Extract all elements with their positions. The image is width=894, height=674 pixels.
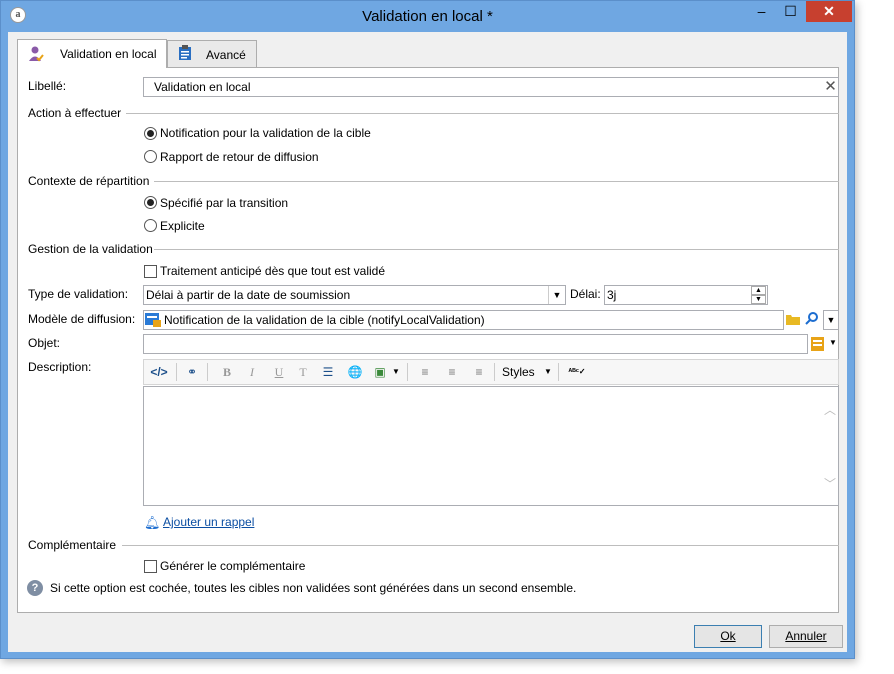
action-option-label: Rapport de retour de diffusion	[160, 150, 319, 164]
libelle-input[interactable]: Validation en local	[143, 77, 839, 97]
action-section-title: Action à effectuer	[28, 106, 122, 120]
info-text: Si cette option est cochée, toutes les c…	[50, 581, 577, 595]
type-validation-value: Délai à partir de la date de soumission	[146, 288, 351, 302]
personalization-icon[interactable]	[811, 336, 827, 355]
dialog-window: a Validation en local * – ☐ ✕ Validation…	[0, 0, 855, 659]
bullet-list-icon[interactable]: ☰	[317, 361, 339, 383]
tab-validation-en-local[interactable]: Validation en local	[17, 39, 167, 68]
align-left-icon[interactable]: ≡	[414, 361, 436, 383]
add-reminder-link[interactable]: Ajouter un rappel	[163, 515, 254, 529]
toolbar-divider	[176, 363, 177, 381]
contexte-option-label: Explicite	[160, 219, 205, 233]
traitement-checkbox[interactable]	[144, 265, 157, 278]
toolbar-divider	[207, 363, 208, 381]
modele-input[interactable]: Notification de la validation de la cibl…	[143, 310, 784, 330]
close-button[interactable]: ✕	[806, 1, 852, 22]
spin-up-icon[interactable]: ▲	[751, 286, 766, 295]
tab-panel: Libellé: Validation en local ✕ Action à …	[17, 67, 839, 613]
maximize-button[interactable]: ☐	[777, 1, 804, 22]
traitement-label: Traitement anticipé dès que tout est val…	[160, 264, 386, 278]
section-divider	[154, 249, 839, 250]
generer-checkbox[interactable]	[144, 560, 157, 573]
delai-label: Délai:	[570, 287, 601, 301]
clipboard-icon	[178, 45, 192, 64]
binoculars-icon[interactable]: ⚭	[181, 361, 203, 383]
ok-button-label: Ok	[720, 629, 736, 643]
type-validation-label: Type de validation:	[28, 287, 129, 301]
complementaire-section-title: Complémentaire	[28, 538, 117, 552]
spellcheck-icon[interactable]: ᴬᴮᶜ✓	[566, 361, 588, 383]
bell-icon: 🔔︎	[144, 515, 161, 530]
user-check-icon	[27, 45, 45, 66]
action-radio-rapport[interactable]	[144, 150, 157, 163]
chevron-down-icon[interactable]: ▼	[829, 338, 837, 347]
generer-label: Générer le complémentaire	[160, 559, 306, 573]
scroll-up-icon[interactable]: ︿	[824, 401, 836, 418]
dialog-client: Validation en local Avancé Libellé: Vali…	[8, 32, 847, 652]
contexte-radio-transition[interactable]	[144, 196, 157, 209]
delai-value: 3j	[607, 288, 617, 302]
modele-value: Notification de la validation de la cibl…	[164, 313, 485, 327]
align-right-icon[interactable]: ≡	[468, 361, 490, 383]
chevron-down-icon[interactable]: ▼	[548, 286, 565, 304]
clear-icon[interactable]: ✕	[822, 77, 839, 97]
tab-label: Avancé	[206, 48, 246, 62]
objet-input[interactable]	[143, 334, 808, 354]
styles-dropdown[interactable]: Styles	[502, 365, 535, 379]
italic-button[interactable]: I	[241, 361, 263, 383]
contexte-radio-explicite[interactable]	[144, 219, 157, 232]
folder-icon[interactable]	[786, 312, 800, 329]
spin-down-icon[interactable]: ▼	[751, 295, 766, 304]
source-icon[interactable]: </>	[148, 361, 170, 383]
action-radio-notification[interactable]	[144, 127, 157, 140]
tab-avance[interactable]: Avancé	[167, 40, 257, 67]
editor-toolbar: </> ⚭ B I U T ☰ 🌐 ▣ ▼ ≡ ≡ ≡ Styles ▼ ᴬᴮᶜ…	[143, 359, 839, 385]
gestion-section-title: Gestion de la validation	[28, 242, 153, 256]
description-label: Description:	[28, 360, 92, 374]
chevron-down-icon[interactable]: ▼	[389, 361, 403, 383]
modele-label: Modèle de diffusion:	[28, 312, 136, 326]
window-title: Validation en local *	[362, 8, 493, 25]
contexte-section-title: Contexte de répartition	[28, 174, 150, 188]
ok-button[interactable]: Ok	[694, 625, 762, 648]
contexte-option-label: Spécifié par la transition	[160, 196, 289, 210]
objet-label: Objet:	[28, 336, 61, 350]
title-bar[interactable]: a Validation en local * – ☐ ✕	[1, 1, 854, 32]
align-center-icon[interactable]: ≡	[441, 361, 463, 383]
section-divider	[122, 545, 839, 546]
minimize-button[interactable]: –	[748, 1, 775, 22]
editor-scrollbar[interactable]: ︿ ﹀	[821, 387, 838, 505]
bold-button[interactable]: B	[216, 361, 238, 383]
underline-button[interactable]: U	[268, 361, 290, 383]
toolbar-divider	[407, 363, 408, 381]
chevron-down-icon[interactable]: ▼	[823, 310, 839, 330]
libelle-label: Libellé:	[28, 79, 67, 93]
tab-label: Validation en local	[60, 47, 157, 61]
toolbar-divider	[558, 363, 559, 381]
delai-input[interactable]: 3j ▲ ▼	[604, 285, 768, 305]
help-icon: ?	[27, 580, 43, 596]
hyperlink-icon[interactable]: 🌐	[344, 361, 366, 383]
type-validation-select[interactable]: Délai à partir de la date de soumission …	[143, 285, 566, 305]
cancel-button[interactable]: Annuler	[769, 625, 843, 648]
action-option-label: Notification pour la validation de la ci…	[160, 126, 371, 140]
description-editor[interactable]: ︿ ﹀	[143, 386, 839, 506]
font-size-icon[interactable]: T	[292, 361, 314, 383]
section-divider	[154, 181, 839, 182]
image-icon[interactable]: ▣	[369, 361, 391, 383]
chevron-down-icon[interactable]: ▼	[544, 367, 552, 376]
delivery-template-icon	[145, 313, 161, 329]
scroll-down-icon[interactable]: ﹀	[824, 475, 836, 492]
magnifier-icon[interactable]	[805, 311, 819, 328]
toolbar-divider	[494, 363, 495, 381]
cancel-button-label: Annuler	[785, 629, 827, 643]
section-divider	[126, 113, 839, 114]
